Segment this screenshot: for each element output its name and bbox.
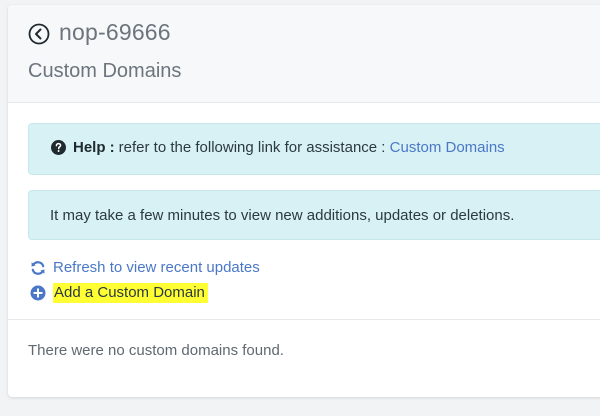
info-alert: It may take a few minutes to view new ad… xyxy=(28,190,600,240)
help-alert: Help : refer to the following link for a… xyxy=(28,123,600,175)
plus-circle-icon xyxy=(30,285,46,301)
refresh-link[interactable]: Refresh to view recent updates xyxy=(30,259,260,276)
question-circle-icon xyxy=(51,140,66,155)
add-custom-domain-link[interactable]: Add a Custom Domain xyxy=(30,283,208,303)
info-alert-text: It may take a few minutes to view new ad… xyxy=(50,207,515,224)
add-custom-domain-label: Add a Custom Domain xyxy=(53,283,208,303)
refresh-label: Refresh to view recent updates xyxy=(53,259,260,276)
custom-domains-help-link[interactable]: Custom Domains xyxy=(390,139,505,156)
card-header: nop-69666 Custom Domains xyxy=(8,5,600,103)
custom-domains-card: nop-69666 Custom Domains Help : refer to… xyxy=(8,5,600,397)
arrow-left-circle-icon xyxy=(28,23,50,45)
page-title: Custom Domains xyxy=(28,60,182,82)
help-text: refer to the following link for assistan… xyxy=(118,139,386,156)
sync-icon xyxy=(30,260,46,276)
divider xyxy=(8,319,600,320)
app-title: nop-69666 xyxy=(59,19,171,45)
empty-state-message: There were no custom domains found. xyxy=(28,342,284,359)
back-button[interactable] xyxy=(28,23,50,45)
help-label: Help : xyxy=(73,139,115,156)
